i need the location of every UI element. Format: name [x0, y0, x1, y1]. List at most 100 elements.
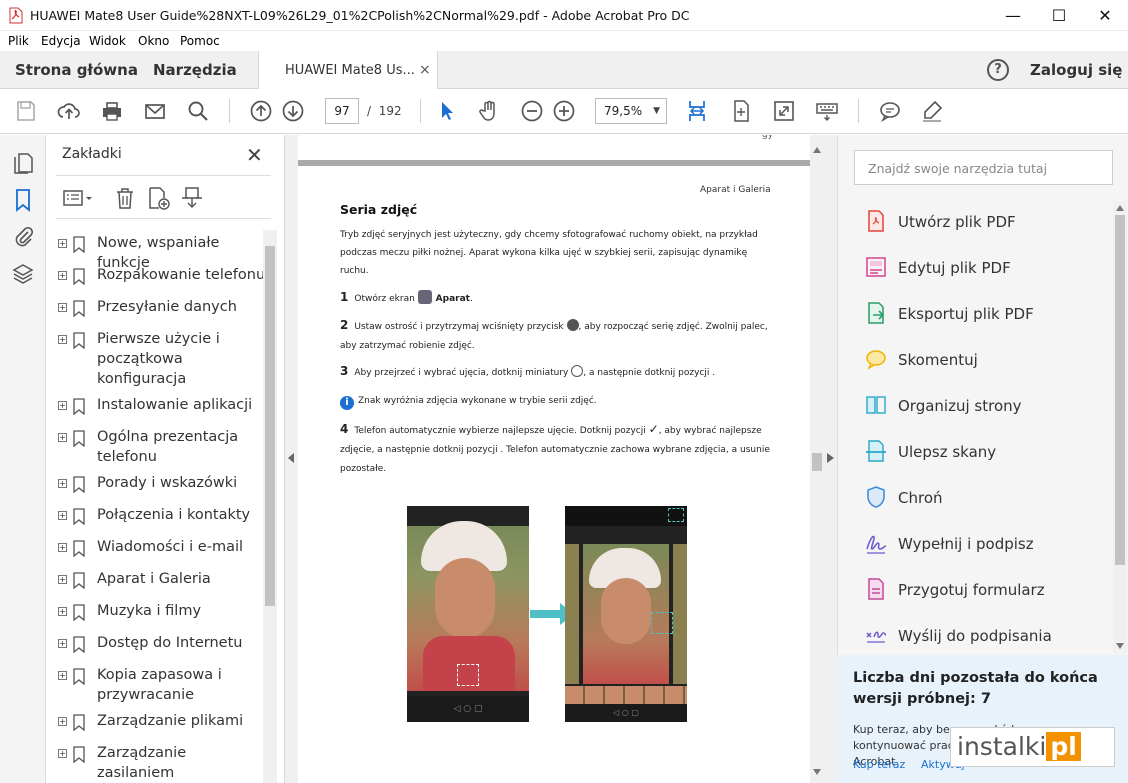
expand-icon[interactable]: + [58, 543, 67, 552]
fullscreen-icon[interactable] [771, 98, 797, 124]
tools-search-input[interactable]: Znajdź swoje narzędzia tutaj [854, 150, 1113, 185]
document-scrollbar[interactable] [810, 135, 824, 783]
comment-bubble-icon [866, 350, 886, 370]
bookmark-label: Przesyłanie danych [97, 299, 237, 315]
menu-okno[interactable]: Okno [138, 34, 169, 48]
attachments-icon[interactable] [11, 225, 35, 249]
main-toolbar [0, 89, 1128, 134]
tool-enhance-scans[interactable]: Ulepsz skany [864, 439, 1104, 465]
minimize-button[interactable]: — [990, 0, 1036, 31]
expand-icon[interactable]: + [58, 607, 67, 616]
step-2: 2 Ustaw ostrość i przytrzymaj wciśnięty p… [340, 318, 768, 351]
bookmark-label: Wiadomości i e-mail [97, 539, 244, 555]
expand-icon[interactable]: + [58, 717, 67, 726]
zoom-out-icon[interactable] [519, 98, 545, 124]
maximize-button[interactable]: ☐ [1036, 0, 1082, 31]
bookmark-scrollbar[interactable] [263, 230, 277, 783]
tab-home[interactable]: Strona główna [15, 61, 138, 79]
scroll-down-icon[interactable] [1116, 643, 1124, 649]
comment-icon[interactable] [877, 98, 903, 124]
scrollbar-thumb[interactable] [812, 453, 822, 471]
menu-widok[interactable]: Widok [89, 34, 126, 48]
expand-icon[interactable]: + [58, 639, 67, 648]
new-bookmark-icon[interactable] [146, 186, 170, 210]
bookmarks-icon[interactable] [11, 188, 35, 212]
menu-edycja[interactable]: Edycja [41, 34, 81, 48]
pdf-file-icon [9, 7, 23, 24]
tool-comment[interactable]: Skomentuj [864, 347, 1104, 373]
expand-bookmark-icon[interactable] [180, 186, 204, 210]
upload-icon[interactable] [56, 98, 82, 124]
close-tab-icon[interactable]: × [419, 62, 431, 78]
tools-collapse-handle[interactable] [824, 135, 837, 783]
expand-icon[interactable]: + [58, 433, 67, 442]
menu-pomoc[interactable]: Pomoc [180, 34, 220, 48]
save-icon[interactable] [13, 98, 39, 124]
layers-icon[interactable] [11, 262, 35, 286]
scrollbar-thumb[interactable] [1115, 215, 1125, 565]
keyboard-icon[interactable] [814, 98, 840, 124]
expand-icon[interactable]: + [58, 239, 67, 248]
expand-icon[interactable]: + [58, 479, 67, 488]
expand-icon[interactable]: + [58, 303, 67, 312]
photo-before: ◁ ○ ▢ [407, 506, 529, 722]
zoom-in-icon[interactable] [551, 98, 577, 124]
bookmark-icon [73, 430, 85, 447]
panel-collapse-handle[interactable] [285, 135, 298, 783]
bookmark-icon [73, 668, 85, 685]
login-button[interactable]: Zaloguj się [1030, 61, 1122, 79]
scrollbar-thumb[interactable] [265, 246, 275, 606]
tool-export-pdf[interactable]: Eksportuj plik PDF [864, 301, 1104, 327]
scroll-up-icon[interactable] [813, 147, 821, 153]
bookmark-options-icon[interactable] [62, 186, 94, 210]
instalki-watermark-logo: instalki pl [950, 727, 1115, 767]
scroll-up-icon[interactable] [1116, 205, 1124, 211]
menu-plik[interactable]: Plik [8, 34, 29, 48]
close-panel-icon[interactable]: ✕ [246, 143, 263, 167]
page-up-icon[interactable] [248, 98, 274, 124]
expand-icon[interactable]: + [58, 671, 67, 680]
buy-now-link[interactable]: Kup teraz [853, 758, 905, 771]
tool-organize-pages[interactable]: Organizuj strony [864, 393, 1104, 419]
camera-app-icon [417, 290, 432, 304]
help-icon[interactable]: ? [987, 59, 1009, 81]
expand-icon[interactable]: + [58, 271, 67, 280]
scroll-down-icon[interactable] [813, 769, 821, 775]
zoom-select[interactable]: 79,5% ▼ [595, 98, 667, 124]
send-for-signature-icon [866, 631, 887, 643]
expand-icon[interactable]: + [58, 335, 67, 344]
highlight-icon[interactable] [919, 98, 945, 124]
tool-protect[interactable]: Chroń [864, 485, 1104, 511]
page-thumbnails-icon[interactable] [11, 151, 35, 175]
expand-icon[interactable]: + [58, 401, 67, 410]
expand-icon[interactable]: + [58, 511, 67, 520]
tool-create-pdf[interactable]: Utwórz plik PDF [864, 209, 1104, 235]
select-cursor-icon[interactable] [434, 98, 460, 124]
delete-bookmark-icon[interactable] [113, 186, 137, 210]
tool-send-for-signature[interactable]: Wyślij do podpisania [864, 623, 1104, 649]
search-icon[interactable] [185, 98, 211, 124]
expand-icon[interactable]: + [58, 575, 67, 584]
tool-prepare-form[interactable]: Przygotuj formularz [864, 577, 1104, 603]
page-number-input[interactable]: 97 [325, 98, 359, 124]
tab-document[interactable]: HUAWEI Mate8 Us... × [258, 51, 438, 89]
print-icon[interactable] [99, 98, 125, 124]
fit-width-icon[interactable] [684, 98, 710, 124]
tools-scrollbar[interactable] [1113, 201, 1127, 653]
expand-icon[interactable]: + [58, 749, 67, 758]
close-window-button[interactable]: ✕ [1082, 0, 1128, 31]
rotate-icon[interactable] [728, 98, 754, 124]
checkmark-icon: ✓ [648, 422, 659, 436]
bookmark-label: Pierwsze użycie i początkowa konfiguracj… [97, 331, 220, 387]
email-icon[interactable] [142, 98, 168, 124]
page-down-icon[interactable] [280, 98, 306, 124]
prepare-form-icon [868, 578, 884, 600]
pdf-page: Aparat i Galeria Seria zdjęć Tryb zdjęć … [298, 166, 810, 783]
note: i Znak wyróżnia zdjęcia wykonane w trybie… [340, 392, 770, 411]
tab-tools[interactable]: Narzędzia [153, 61, 237, 79]
running-header: Aparat i Galeria [700, 185, 771, 195]
tool-fill-sign[interactable]: Wypełnij i podpisz [864, 531, 1104, 557]
tool-edit-pdf[interactable]: Edytuj plik PDF [864, 255, 1104, 281]
hand-icon[interactable] [476, 98, 502, 124]
window-title: HUAWEI Mate8 User Guide%28NXT-L09%26L29_… [30, 8, 690, 23]
